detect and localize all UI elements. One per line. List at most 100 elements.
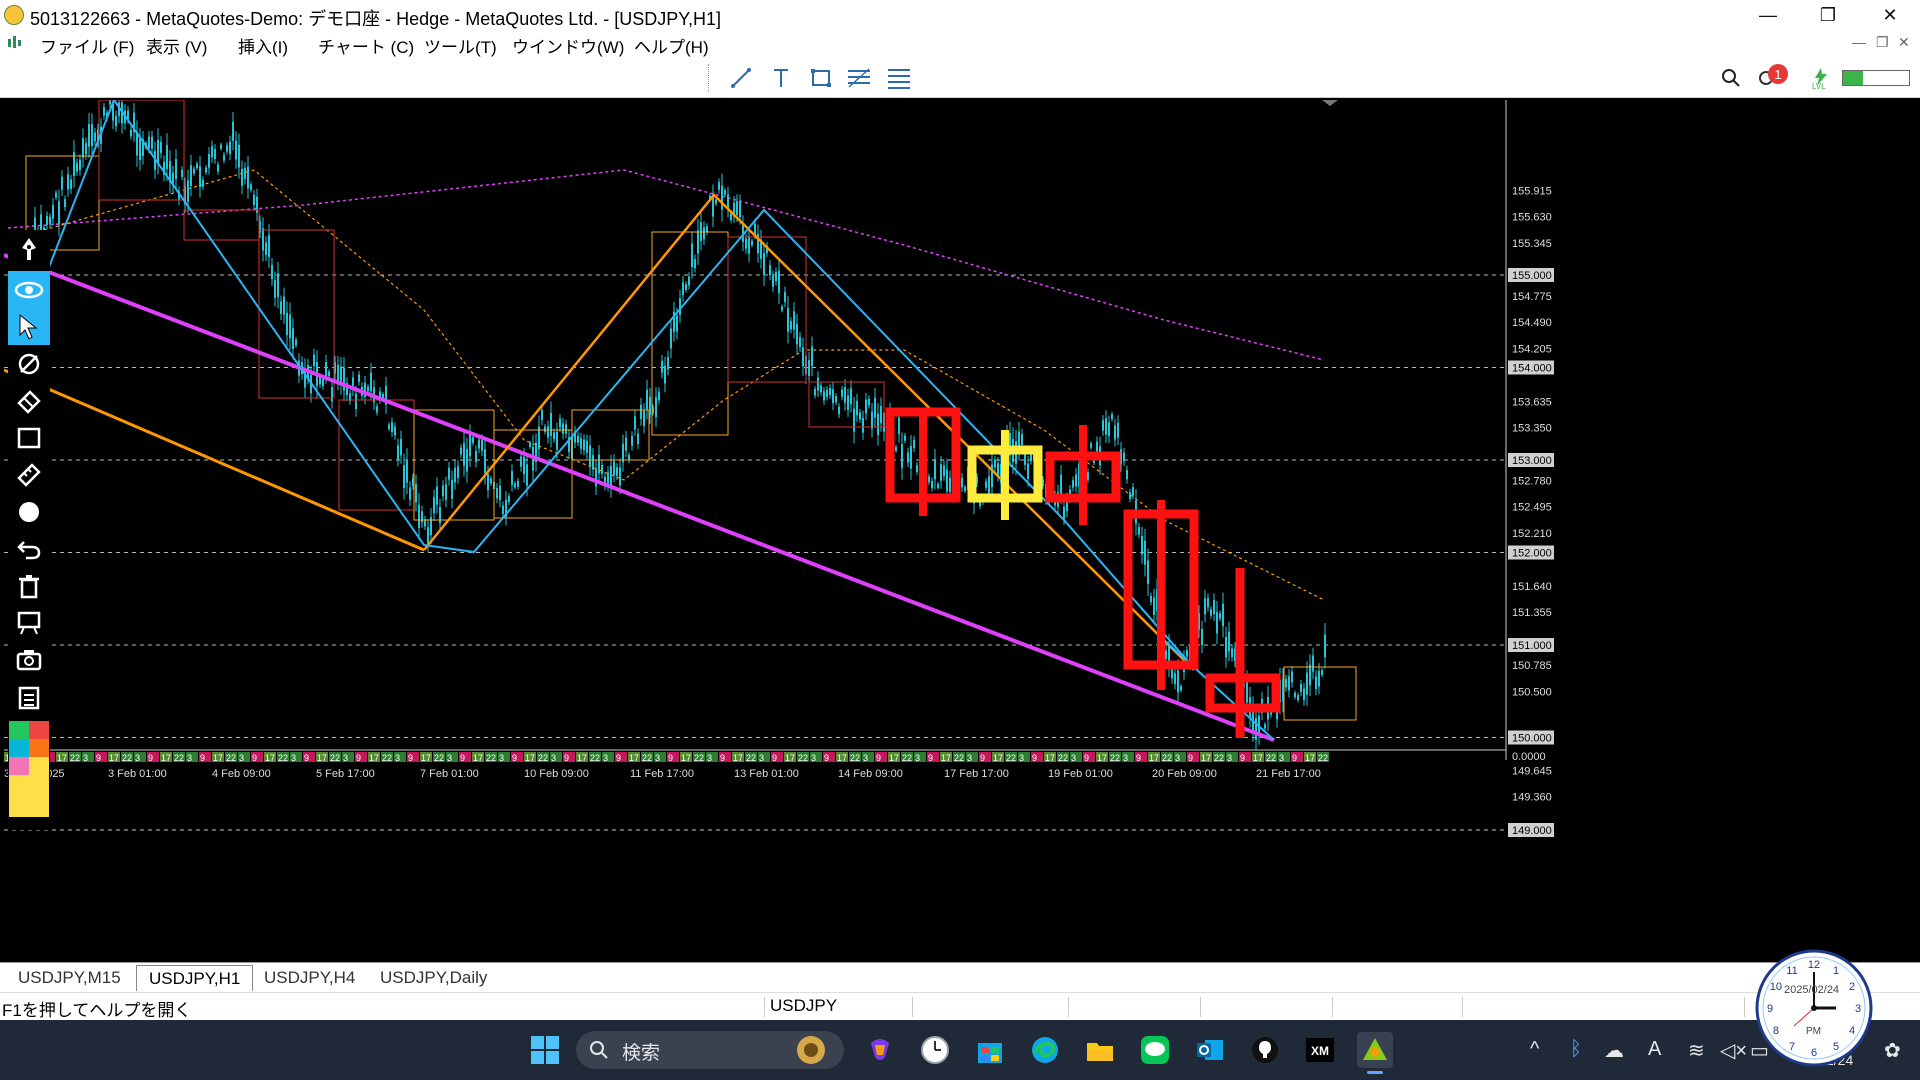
price-chart[interactable]: 155.915 155.630 155.345 155.000 154.775 154.4… (4, 100, 1916, 962)
eye-icon[interactable] (8, 271, 50, 308)
htf-candle-box (98, 100, 185, 201)
candle-body (826, 389, 828, 397)
candle-body (403, 465, 405, 489)
close-button[interactable]: ✕ (1862, 0, 1918, 30)
date-label: 17 Feb 17:00 (944, 768, 1009, 780)
price-label: 153.635 (1512, 396, 1552, 408)
minimize-button[interactable]: — (1740, 0, 1796, 30)
edge-browser-icon[interactable] (1027, 1032, 1063, 1068)
clipboard-icon[interactable] (8, 678, 50, 715)
color-swatch-selected[interactable] (9, 775, 49, 817)
candle-body (262, 228, 264, 251)
chart-area[interactable]: 155.915 155.630 155.345 155.000 154.775 154.4… (4, 100, 1916, 962)
notification-center-icon[interactable]: ✿ (1884, 1038, 1901, 1063)
hour-strip-label: 9 (512, 753, 517, 763)
line-app-icon[interactable] (1137, 1032, 1173, 1068)
hour-strip-label: 9 (148, 753, 153, 763)
volume-icon[interactable]: ◁× (1720, 1038, 1747, 1063)
mdi-restore-button[interactable]: ❐ (1876, 34, 1889, 51)
rectangle-icon[interactable] (806, 64, 836, 92)
candle-body (586, 440, 588, 453)
ruler-icon[interactable] (8, 456, 50, 493)
candle-body (796, 324, 798, 345)
status-separator (1462, 997, 1463, 1017)
candle-body (898, 417, 900, 435)
candle-body (91, 124, 93, 146)
wifi-icon[interactable]: ≋ (1688, 1038, 1705, 1063)
trendline-icon[interactable] (726, 64, 756, 92)
undo-icon[interactable] (8, 530, 50, 567)
color-swatch-green[interactable] (9, 721, 29, 739)
color-swatch-yellow[interactable] (29, 757, 49, 775)
menu-insert[interactable]: 挿入(I) (238, 33, 288, 58)
candle-body (82, 138, 84, 158)
hour-strip-label: 9 (772, 753, 777, 763)
menu-file[interactable]: ファイル (F) (40, 33, 134, 58)
candle-body (469, 435, 471, 457)
candle-body (1318, 670, 1320, 687)
menu-window[interactable]: ウインドウ(W) (512, 33, 624, 58)
bulb-app-icon[interactable] (1247, 1032, 1283, 1068)
clock-app-icon[interactable] (917, 1032, 953, 1068)
hour-strip-label: 3 (603, 753, 608, 763)
candle-body (688, 276, 690, 286)
clock-numeral: 8 (1773, 1025, 1779, 1037)
tray-overflow-icon[interactable]: ^ (1530, 1038, 1539, 1061)
pen-icon[interactable] (8, 230, 50, 267)
candle-body (1096, 441, 1098, 452)
no-magnet-icon[interactable] (8, 345, 50, 382)
color-swatch-pink[interactable] (9, 757, 29, 775)
windows-start-icon[interactable] (527, 1032, 563, 1068)
taskbar-search[interactable]: 検索 (576, 1031, 844, 1069)
tab-usdjpy-daily[interactable]: USDJPY,Daily (368, 965, 499, 991)
price-label: 151.355 (1512, 607, 1552, 619)
tab-usdjpy-h1[interactable]: USDJPY,H1 (136, 965, 254, 991)
board-icon[interactable] (8, 604, 50, 641)
camera-icon[interactable] (8, 641, 50, 678)
bluetooth-icon[interactable]: ᛒ (1570, 1038, 1582, 1061)
candle-body (199, 166, 201, 188)
hour-strip-label: 9 (1032, 753, 1037, 763)
zigzag-blue-line (43, 100, 1195, 669)
color-swatch-cyan[interactable] (9, 739, 29, 757)
dot-icon[interactable] (8, 493, 50, 530)
mdi-close-button[interactable]: ✕ (1898, 34, 1910, 51)
candle-body (1105, 418, 1107, 435)
channel-icon[interactable] (884, 64, 914, 92)
menu-view[interactable]: 表示 (V) (146, 33, 207, 58)
candle-body (763, 253, 765, 275)
xm-app-icon[interactable]: XM (1302, 1032, 1338, 1068)
fibonacci-icon[interactable] (844, 64, 874, 92)
trash-icon[interactable] (8, 567, 50, 604)
hour-strip-label: 3 (655, 753, 660, 763)
outlook-icon[interactable] (1192, 1032, 1228, 1068)
search-icon[interactable] (1716, 64, 1746, 92)
menu-tools[interactable]: ツール(T) (424, 33, 497, 58)
candle-body (277, 273, 279, 297)
tab-usdjpy-h4[interactable]: USDJPY,H4 (252, 965, 367, 991)
cursor-icon[interactable] (8, 308, 50, 345)
tab-usdjpy-m15[interactable]: USDJPY,M15 (6, 965, 133, 991)
candle-body (292, 328, 294, 349)
text-icon[interactable] (766, 64, 796, 92)
color-palette[interactable] (9, 721, 49, 817)
hour-strip-label: 3 (1019, 753, 1024, 763)
rectangle-tool-icon[interactable] (8, 419, 50, 456)
menu-help[interactable]: ヘルプ(H) (634, 33, 709, 58)
color-swatch-red[interactable] (29, 721, 49, 739)
candle-body (565, 424, 567, 434)
ime-icon[interactable]: A (1648, 1038, 1661, 1061)
color-swatch-orange[interactable] (29, 739, 49, 757)
eraser-icon[interactable] (8, 382, 50, 419)
candle-body (562, 423, 564, 434)
notification-icon[interactable]: 1 (1756, 64, 1788, 92)
onedrive-icon[interactable]: ☁ (1604, 1038, 1624, 1063)
file-explorer-icon[interactable] (1082, 1032, 1118, 1068)
store-icon[interactable] (972, 1032, 1008, 1068)
copilot-icon[interactable] (862, 1032, 898, 1068)
mdi-minimize-button[interactable]: — (1852, 34, 1866, 50)
hour-strip-label: 22 (226, 753, 236, 763)
maximize-button[interactable]: ❐ (1800, 0, 1856, 30)
metatrader-icon[interactable] (1357, 1032, 1393, 1074)
menu-chart[interactable]: チャート (C) (318, 33, 414, 58)
